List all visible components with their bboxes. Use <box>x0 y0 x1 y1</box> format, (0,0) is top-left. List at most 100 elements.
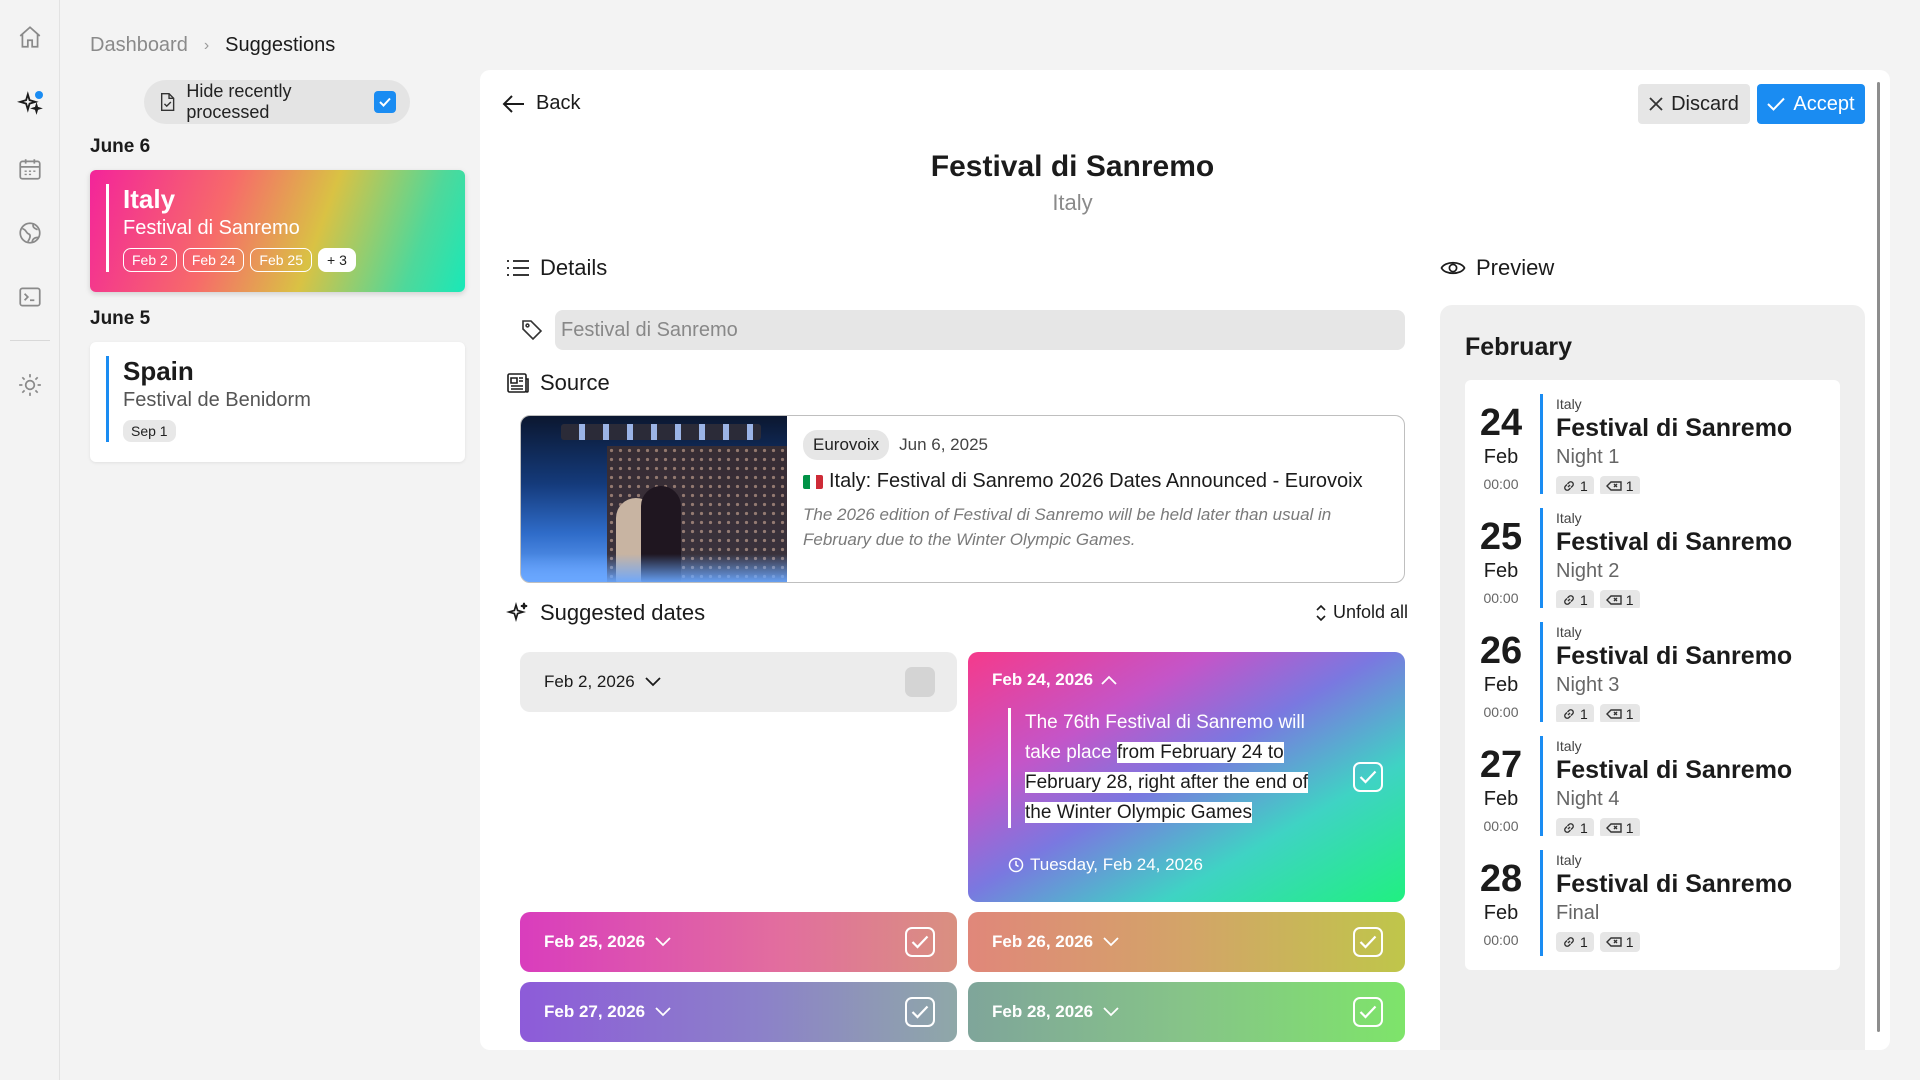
date-checkbox[interactable] <box>905 667 935 697</box>
event-accent-bar <box>1540 394 1543 500</box>
chevron-up-icon <box>1101 675 1117 685</box>
terminal-icon[interactable] <box>15 282 45 312</box>
calendar-icon[interactable] <box>15 154 45 184</box>
preview-event-card[interactable]: 28 Feb 00:00 Italy Festival di Sanremo F… <box>1465 836 1840 970</box>
sparkle-icon[interactable] <box>15 88 45 118</box>
hide-processed-checkbox[interactable] <box>374 91 396 113</box>
globe-icon[interactable] <box>15 218 45 248</box>
event-country: Italy <box>1556 510 1582 526</box>
backlinks-badge: 1 <box>1599 932 1640 952</box>
hide-processed-label: Hide recently processed <box>186 81 292 122</box>
link-icon <box>1564 595 1574 605</box>
suggested-dates-heading: Suggested dates <box>506 600 705 626</box>
event-time: 00:00 <box>1483 818 1519 834</box>
suggested-date-expanded[interactable]: Feb 24, 2026 The 76th Festival di Sanrem… <box>968 652 1405 902</box>
scrollbar[interactable] <box>1877 82 1880 1032</box>
event-day: 27 <box>1479 744 1523 786</box>
suggested-date-row[interactable]: Feb 28, 2026 <box>968 982 1405 1042</box>
event-country: Italy <box>1556 738 1582 754</box>
back-button[interactable]: Back <box>502 92 580 115</box>
links-count: 1 <box>1580 478 1588 494</box>
backlinks-count: 1 <box>1625 478 1634 494</box>
rail-divider <box>10 340 50 341</box>
date-chip: Feb 24 <box>182 248 245 272</box>
event-month: Feb <box>1483 902 1519 924</box>
tag-back-icon <box>1605 481 1622 491</box>
notification-dot <box>35 91 43 99</box>
link-icon <box>1564 937 1574 947</box>
event-month: Feb <box>1483 560 1519 582</box>
tag-icon <box>522 320 543 341</box>
hide-processed-toggle[interactable]: Hide recently processed <box>144 80 410 124</box>
date-checkbox[interactable] <box>1353 997 1383 1027</box>
event-subtitle: Night 4 <box>1556 788 1620 810</box>
event-subtitle: Night 3 <box>1556 674 1620 696</box>
event-day: 28 <box>1479 858 1523 900</box>
clock-icon <box>1008 857 1024 873</box>
link-icon <box>1564 823 1574 833</box>
breadcrumb-dashboard[interactable]: Dashboard <box>90 34 188 57</box>
detail-panel: Back Discard Accept Festival di Sanremo … <box>480 70 1890 1050</box>
home-icon[interactable] <box>15 22 45 52</box>
accept-button[interactable]: Accept <box>1757 84 1865 124</box>
backlinks-count: 1 <box>1625 592 1634 608</box>
sparkle-icon <box>506 602 528 622</box>
theme-sun-icon[interactable] <box>15 370 45 400</box>
event-time: 00:00 <box>1483 476 1519 492</box>
links-badge: 1 <box>1556 476 1594 496</box>
event-subtitle: Night 1 <box>1556 446 1620 468</box>
suggested-date-label: Feb 2, 2026 <box>544 672 635 691</box>
suggested-date-label: Feb 26, 2026 <box>992 932 1094 951</box>
suggested-date-label: Feb 25, 2026 <box>544 932 646 951</box>
suggested-date-label: Feb 27, 2026 <box>544 1002 646 1021</box>
link-icon <box>1564 709 1574 719</box>
links-badge: 1 <box>1556 590 1594 610</box>
event-name-field[interactable]: Festival di Sanremo <box>555 310 1405 350</box>
suggested-date-row[interactable]: Feb 25, 2026 <box>520 912 957 972</box>
discard-button[interactable]: Discard <box>1638 84 1750 124</box>
suggested-date-label: Feb 28, 2026 <box>992 1002 1094 1021</box>
eye-icon <box>1440 261 1466 275</box>
event-month: Feb <box>1483 788 1519 810</box>
backlinks-badge: 1 <box>1599 590 1640 610</box>
tag-back-icon <box>1605 595 1622 605</box>
event-day: 24 <box>1479 402 1523 444</box>
list-icon <box>507 260 529 276</box>
tag-back-icon <box>1605 823 1622 833</box>
event-subtitle: Final <box>1556 902 1600 924</box>
suggested-date-row[interactable]: Feb 2, 2026 <box>520 652 957 712</box>
page-subtitle: Italy <box>1052 190 1093 215</box>
date-checkbox[interactable] <box>905 997 935 1027</box>
more-dates-chip: + 3 <box>318 248 356 272</box>
back-label: Back <box>536 92 581 114</box>
event-accent-bar <box>1540 736 1543 842</box>
date-checkbox[interactable] <box>1353 762 1383 792</box>
backlinks-badge: 1 <box>1599 476 1640 496</box>
event-accent-bar <box>1540 850 1543 956</box>
event-country: Italy <box>1556 396 1582 412</box>
check-icon <box>1767 97 1786 111</box>
backlinks-badge: 1 <box>1599 818 1640 838</box>
source-card[interactable]: Eurovoix Jun 6, 2025 Italy: Festival di … <box>520 415 1405 583</box>
group-date: June 5 <box>90 308 151 329</box>
unfold-all-button[interactable]: Unfold all <box>1315 602 1408 623</box>
suggested-date-label: Feb 24, 2026 <box>992 670 1094 689</box>
backlinks-count: 1 <box>1625 820 1634 836</box>
suggestion-card-italy[interactable]: Italy Festival di Sanremo Feb 2 Feb 24 F… <box>90 170 465 292</box>
date-checkbox[interactable] <box>1353 927 1383 957</box>
suggestion-event: Festival de Benidorm <box>123 389 311 411</box>
event-month: Feb <box>1483 446 1519 468</box>
link-icon <box>1564 481 1574 491</box>
chevron-up-down-icon <box>1316 604 1326 621</box>
group-date: June 6 <box>90 136 151 157</box>
date-chip: Sep 1 <box>123 420 176 442</box>
suggested-date-row[interactable]: Feb 26, 2026 <box>968 912 1405 972</box>
event-day: 26 <box>1479 630 1523 672</box>
source-description: The 2026 edition of Festival di Sanremo … <box>803 505 1332 549</box>
suggestion-card-spain[interactable]: Spain Festival de Benidorm Sep 1 <box>90 342 465 462</box>
event-name: Festival di Sanremo <box>1556 756 1793 784</box>
event-subtitle: Night 2 <box>1556 560 1620 582</box>
event-country: Italy <box>1556 852 1582 868</box>
suggested-date-row[interactable]: Feb 27, 2026 <box>520 982 957 1042</box>
date-checkbox[interactable] <box>905 927 935 957</box>
